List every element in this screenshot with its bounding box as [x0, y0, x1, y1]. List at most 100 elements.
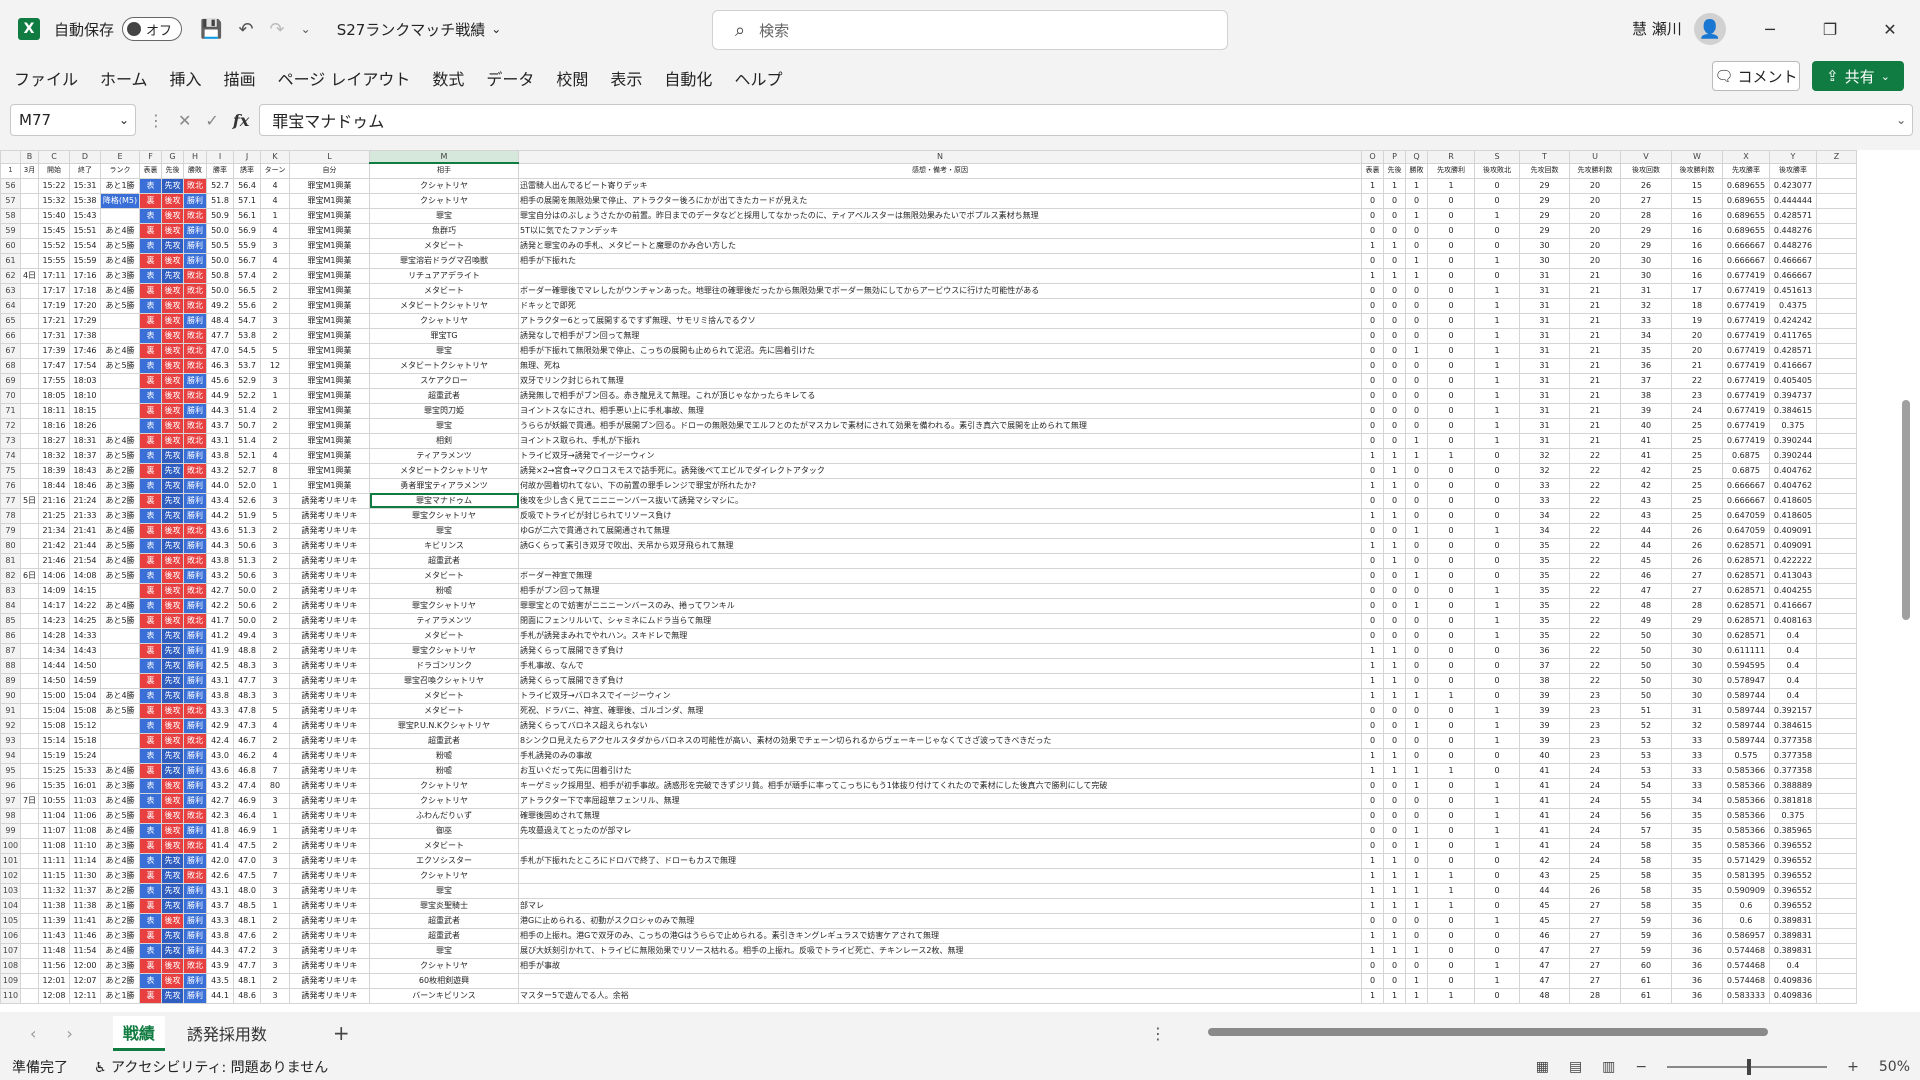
- cell[interactable]: あと4勝: [100, 432, 140, 449]
- cell[interactable]: 50.6: [233, 597, 261, 614]
- cell[interactable]: 0: [1474, 927, 1520, 944]
- cell[interactable]: 0: [1361, 777, 1384, 794]
- cell[interactable]: 46.9: [233, 822, 261, 839]
- cell[interactable]: 後攻: [161, 417, 184, 434]
- cell[interactable]: 誘発考リキリキ: [289, 882, 370, 899]
- cell[interactable]: 50.0: [206, 252, 234, 269]
- cell[interactable]: [100, 717, 140, 734]
- table-row[interactable]: 84 14:17 14:22 あと4勝表後攻 勝利 42.2 50.6 2 誘発考リキリキ 罪宝ク…: [0, 597, 1857, 614]
- cell[interactable]: 罪宝クシャトリヤ: [369, 507, 519, 524]
- cell[interactable]: 敗北: [183, 267, 207, 284]
- cell[interactable]: [20, 867, 39, 884]
- cell[interactable]: 0: [1361, 912, 1384, 929]
- cell[interactable]: 勝利: [183, 747, 207, 764]
- cell[interactable]: あと4勝: [100, 852, 140, 869]
- cell[interactable]: 42.0: [206, 852, 234, 869]
- cell[interactable]: [20, 252, 39, 269]
- cell[interactable]: 43: [1620, 492, 1672, 509]
- cell[interactable]: 47.4: [233, 777, 261, 794]
- cell[interactable]: 31: [1519, 357, 1570, 374]
- insert-function-icon[interactable]: fx: [233, 111, 249, 130]
- cell[interactable]: 誘発考リキリキ: [289, 627, 370, 644]
- cell[interactable]: メタビート: [369, 702, 519, 719]
- cell[interactable]: メタビート: [369, 627, 519, 644]
- cell[interactable]: 誘発考リキリキ: [289, 597, 370, 614]
- cell[interactable]: 裏: [139, 702, 162, 719]
- cell[interactable]: 27: [1569, 957, 1621, 974]
- cell[interactable]: 0.389831: [1769, 942, 1817, 959]
- table-row[interactable]: 71 18:11 18:15 裏後攻 勝利 44.3 51.4 2 罪宝M1興業 罪宝閃刀姫 ヨイン…: [0, 402, 1857, 419]
- cell[interactable]: 0.574468: [1722, 942, 1770, 959]
- cell[interactable]: 0.404762: [1769, 462, 1817, 479]
- cell[interactable]: 11:07: [38, 822, 70, 839]
- cell[interactable]: 0.628571: [1722, 627, 1770, 644]
- cell[interactable]: [20, 297, 39, 314]
- row-header[interactable]: 79: [0, 522, 21, 539]
- cell[interactable]: 50.8: [206, 267, 234, 284]
- cell[interactable]: 表: [139, 357, 162, 374]
- cell[interactable]: 1: [1361, 942, 1384, 959]
- cell[interactable]: [20, 837, 39, 854]
- cell[interactable]: 2: [260, 402, 290, 419]
- cell[interactable]: 勝敗: [1405, 162, 1428, 179]
- cell[interactable]: 14:06: [38, 567, 70, 584]
- cell[interactable]: 表: [139, 942, 162, 959]
- cell[interactable]: 46: [1519, 927, 1570, 944]
- cell[interactable]: 誘発考リキリキ: [289, 687, 370, 704]
- cell[interactable]: 1: [1361, 267, 1384, 284]
- row-header[interactable]: 69: [0, 372, 21, 389]
- table-row[interactable]: 83 14:09 14:15 裏後攻 敗北 42.7 50.0 2 誘発考リキリキ 粉嘘 相手がブン…: [0, 582, 1857, 599]
- cell[interactable]: 0: [1361, 327, 1384, 344]
- cell[interactable]: 後攻: [161, 807, 184, 824]
- cell[interactable]: 31: [1519, 282, 1570, 299]
- cell[interactable]: 27: [1671, 582, 1723, 599]
- table-row[interactable]: 93 15:14 15:18 裏後攻 敗北 42.4 46.7 2 誘発考リキリキ 超重武者 8シン…: [0, 732, 1857, 749]
- cell[interactable]: 1: [1405, 762, 1428, 779]
- cell[interactable]: 勝利: [183, 537, 207, 554]
- cell[interactable]: 表: [139, 477, 162, 494]
- row-header[interactable]: 70: [0, 387, 21, 404]
- cell[interactable]: 80: [260, 777, 290, 794]
- cell[interactable]: 勝率: [206, 162, 234, 179]
- table-row[interactable]: 82 6日 14:06 14:08 あと5勝表後攻 勝利 43.2 50.6 3 誘発考リキリキメ…: [0, 567, 1857, 584]
- cell[interactable]: 1: [1474, 432, 1520, 449]
- cell[interactable]: 1: [1361, 537, 1384, 554]
- cell[interactable]: 0: [1427, 327, 1475, 344]
- cell[interactable]: 0: [1427, 912, 1475, 929]
- cell[interactable]: 22: [1569, 477, 1621, 494]
- cell[interactable]: 0.677419: [1722, 342, 1770, 359]
- cell[interactable]: クシャトリヤ: [369, 867, 519, 884]
- cell[interactable]: 後攻: [161, 372, 184, 389]
- cell[interactable]: 罪罪宝とので妨害がニニニーンバースのみ、捲ってワンキル: [518, 597, 1362, 614]
- cell[interactable]: 誘発考リキリキ: [289, 492, 370, 509]
- cell[interactable]: 0: [1405, 582, 1428, 599]
- cell[interactable]: 21:44: [69, 537, 101, 554]
- table-row[interactable]: 79 21:34 21:41 あと4勝裏後攻 敗北 43.6 51.3 2 誘発考リキリキ 罪宝ゆ…: [0, 522, 1857, 539]
- row-header[interactable]: 96: [0, 777, 21, 794]
- cell[interactable]: 後攻: [161, 297, 184, 314]
- cell[interactable]: 誘発考リキリキ: [289, 972, 370, 989]
- table-row[interactable]: 103 11:32 11:37 あと2勝表先攻 勝利 43.1 48.0 3 誘発考リキリキ 罪宝…: [0, 882, 1857, 899]
- cell[interactable]: 54.7: [233, 312, 261, 329]
- cell[interactable]: [1816, 897, 1857, 914]
- cell[interactable]: 勝利: [183, 897, 207, 914]
- cell[interactable]: [20, 402, 39, 419]
- cell[interactable]: 0: [1405, 237, 1428, 254]
- cell[interactable]: 0.381818: [1769, 792, 1817, 809]
- cell[interactable]: 0: [1427, 462, 1475, 479]
- cell[interactable]: 47.8: [233, 702, 261, 719]
- cell[interactable]: 表: [139, 852, 162, 869]
- cell[interactable]: 43.2: [206, 462, 234, 479]
- cell[interactable]: 5T以に気でたファンデッキ: [518, 222, 1362, 239]
- row-header[interactable]: 104: [0, 897, 21, 914]
- cell[interactable]: 44.3: [206, 402, 234, 419]
- column-header[interactable]: F: [139, 150, 162, 164]
- cell[interactable]: 44.3: [206, 942, 234, 959]
- cell[interactable]: 15:31: [69, 177, 101, 194]
- cell[interactable]: 0.585366: [1722, 777, 1770, 794]
- cell[interactable]: 1: [1383, 657, 1406, 674]
- cell[interactable]: [1816, 672, 1857, 689]
- cell[interactable]: 罪宝M1興業: [289, 387, 370, 404]
- cell[interactable]: 裏: [139, 552, 162, 569]
- column-header[interactable]: O: [1361, 150, 1384, 164]
